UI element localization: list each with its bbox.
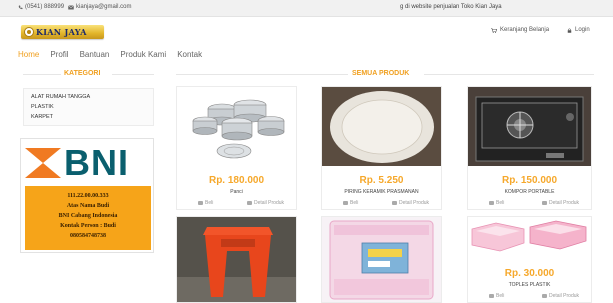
product-name: Panci	[230, 189, 243, 195]
produk-divider-right	[424, 74, 594, 75]
cart-link[interactable]: Keranjang Belanja	[491, 27, 549, 33]
logo-text: KIAN JAYA	[36, 27, 87, 37]
main-nav: Home Profil Bantuan Produk Kami Kontak	[18, 50, 202, 59]
produk-divider-left	[176, 74, 348, 75]
cart-icon	[489, 201, 494, 205]
stove-image	[468, 87, 591, 166]
product-image[interactable]	[468, 87, 591, 166]
semua-produk-title: SEMUA PRODUK	[352, 70, 410, 77]
phone-icon	[18, 5, 23, 9]
bni-emblem-icon	[25, 148, 61, 178]
cart-icon	[489, 294, 494, 298]
beli-label: Beli	[350, 200, 359, 206]
detail-label: Detail Produk	[399, 200, 430, 206]
product-name: PIRING KERAMIK PRASMANAN	[344, 189, 419, 195]
info-icon	[392, 201, 397, 205]
beli-button[interactable]: Beli	[343, 200, 358, 206]
kategori-divider-left	[23, 74, 61, 75]
product-image[interactable]	[177, 87, 296, 166]
nav-home[interactable]: Home	[18, 50, 39, 59]
plastic-stool-image	[177, 217, 296, 302]
account-holder: Atas Nama Budi	[66, 203, 110, 209]
detail-label: Detail Produk	[549, 200, 580, 206]
site-logo[interactable]: KIAN JAYA	[21, 25, 104, 39]
detail-produk-button[interactable]: Detail Produk	[392, 200, 429, 206]
product-image[interactable]	[322, 87, 441, 166]
category-karpet[interactable]: KARPET	[31, 114, 53, 120]
beli-button[interactable]: Beli	[198, 200, 213, 206]
info-icon	[247, 201, 252, 205]
logo-emblem-icon	[24, 27, 34, 37]
beli-button[interactable]: Beli	[489, 293, 504, 299]
bni-logo: BNI	[21, 139, 153, 185]
detail-label: Detail Produk	[254, 200, 285, 206]
bank-account-details: 111.22.00.00.333 Atas Nama Budi BNI Caba…	[25, 186, 151, 250]
nav-bantuan[interactable]: Bantuan	[80, 50, 110, 59]
phone-text: (0541) 888999	[25, 4, 65, 10]
contact-phone: 080584748738	[70, 233, 106, 239]
product-name: TOPLES PLASTIK	[508, 282, 551, 288]
cart-icon	[198, 201, 203, 205]
product-image[interactable]	[177, 217, 296, 302]
kategori-title: KATEGORI	[64, 70, 101, 77]
bank-branch: BNI Cabang Indonesia	[58, 213, 118, 219]
cart-icon	[343, 201, 348, 205]
beli-button[interactable]: Beli	[489, 200, 504, 206]
cart-icon	[491, 27, 497, 33]
beli-label: Beli	[496, 293, 505, 299]
detail-produk-button[interactable]: Detail Produk	[247, 200, 284, 206]
category-list: ALAT RUMAH TANGGA PLASTIK KARPET	[23, 88, 154, 126]
product-price: Rp. 5.250	[359, 175, 404, 186]
category-alat-rumah-tangga[interactable]: ALAT RUMAH TANGGA	[31, 94, 90, 100]
product-image[interactable]	[322, 217, 441, 302]
nav-produk-kami[interactable]: Produk Kami	[120, 50, 166, 59]
info-icon	[542, 201, 547, 205]
product-card[interactable]	[176, 216, 297, 303]
cart-label: Keranjang Belanja	[500, 27, 550, 33]
product-name: KOMPOR PORTABLE	[504, 189, 555, 195]
product-card[interactable]: Rp. 150.000 KOMPOR PORTABLE Beli Detail …	[467, 86, 592, 210]
email-contact: kianjaya@gmail.com	[68, 4, 131, 10]
nav-kontak[interactable]: Kontak	[177, 50, 202, 59]
envelope-icon	[68, 4, 74, 9]
plastic-tray-image	[471, 220, 587, 252]
top-bar: (0541) 888999 kianjaya@gmail.com g di we…	[0, 0, 613, 17]
nav-profil[interactable]: Profil	[50, 50, 68, 59]
beli-label: Beli	[205, 200, 214, 206]
bank-info-box: BNI 111.22.00.00.333 Atas Nama Budi BNI …	[20, 138, 154, 253]
email-text: kianjaya@gmail.com	[76, 4, 132, 10]
account-number: 111.22.00.00.333	[67, 193, 109, 199]
category-plastik[interactable]: PLASTIK	[31, 104, 54, 110]
bni-logo-text: BNI	[64, 142, 129, 183]
product-price: Rp. 150.000	[501, 175, 558, 186]
marquee-text: g di website penjualan Toko Kian Jaya	[400, 4, 502, 10]
detail-label: Detail Produk	[549, 293, 580, 299]
login-label: Login	[575, 27, 590, 33]
product-price: Rp. 180.000	[208, 175, 265, 186]
product-card[interactable]: Rp. 180.000 Panci Beli Detail Produk	[176, 86, 297, 210]
beli-label: Beli	[496, 200, 505, 206]
product-card[interactable]: Rp. 5.250 PIRING KERAMIK PRASMANAN Beli …	[321, 86, 442, 210]
detail-produk-button[interactable]: Detail Produk	[542, 293, 579, 299]
product-card[interactable]	[321, 216, 442, 303]
phone-contact: (0541) 888999	[18, 4, 64, 10]
product-image[interactable]	[468, 217, 591, 261]
detail-produk-button[interactable]: Detail Produk	[542, 200, 579, 206]
product-price: Rp. 30.000	[504, 268, 555, 279]
product-card[interactable]: Rp. 30.000 TOPLES PLASTIK Beli Detail Pr…	[467, 216, 592, 303]
storage-container-image	[322, 217, 441, 302]
contact-person: Kontak Person : Budi	[60, 223, 116, 229]
plate-image	[322, 87, 441, 166]
lock-icon	[567, 27, 572, 33]
login-link[interactable]: Login	[567, 27, 590, 33]
kategori-divider-right	[112, 74, 154, 75]
info-icon	[542, 294, 547, 298]
pot-set-image	[192, 99, 285, 159]
